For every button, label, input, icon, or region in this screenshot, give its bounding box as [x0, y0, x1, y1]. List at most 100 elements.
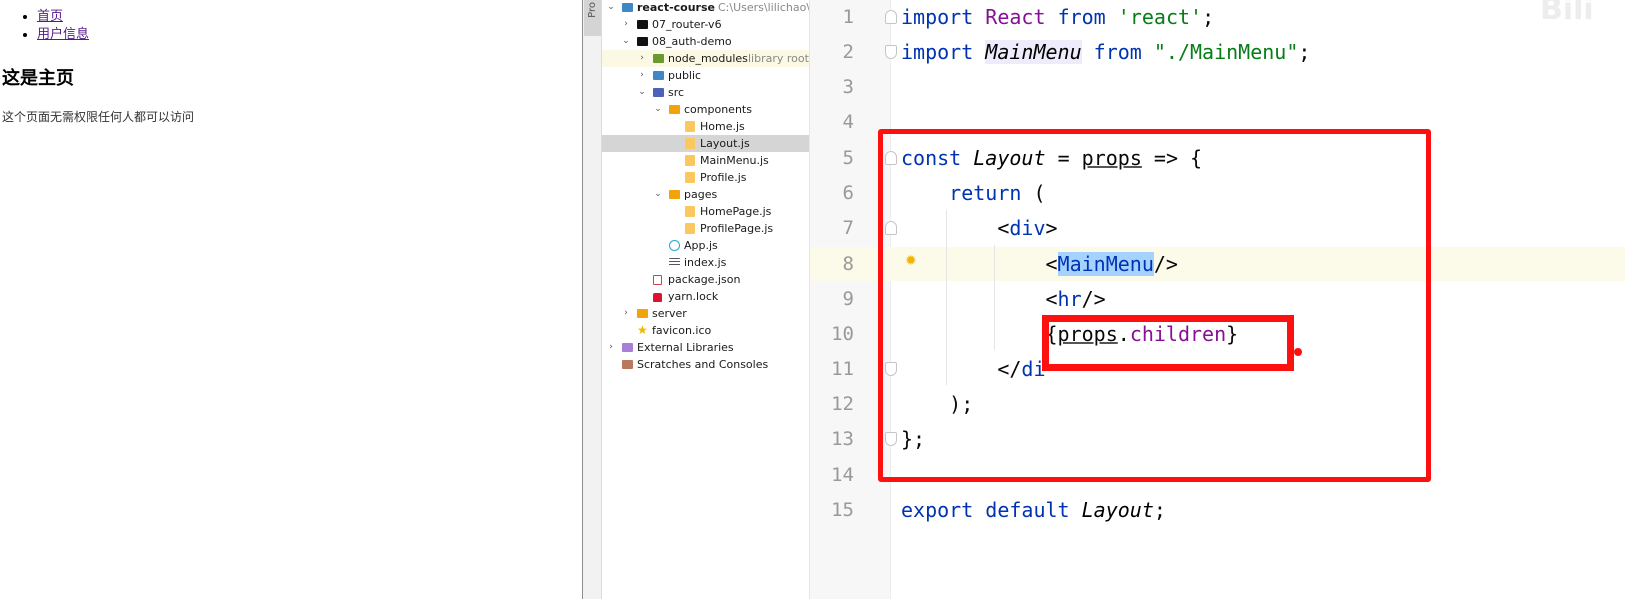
- tree-item[interactable]: › node_modules library root: [602, 50, 809, 67]
- highlight-box: [1042, 315, 1294, 371]
- line-number: 9: [842, 288, 854, 310]
- tool-window-strip: Pro: [582, 0, 602, 599]
- line-number: 12: [831, 393, 854, 415]
- folder-icon: [622, 3, 633, 12]
- react-file-icon: [669, 240, 680, 251]
- tree-item-label: Scratches and Consoles: [637, 358, 769, 371]
- chevron-right-icon[interactable]: ›: [606, 339, 616, 356]
- chevron-right-icon[interactable]: ›: [637, 50, 647, 67]
- json-file-icon: [653, 275, 662, 285]
- tree-item-label: pages: [684, 188, 718, 201]
- tree-item-selected[interactable]: Layout.js: [602, 135, 809, 152]
- chevron-down-icon[interactable]: ⌄: [621, 33, 631, 50]
- chevron-down-icon[interactable]: ⌄: [606, 0, 616, 16]
- token: from: [1093, 40, 1142, 64]
- tree-item[interactable]: HomePage.js: [602, 203, 809, 220]
- tree-item-label: 07_router-v6: [652, 18, 722, 31]
- token: from: [1057, 5, 1106, 29]
- token: export: [901, 498, 974, 522]
- main-menu: 首页 用户信息: [20, 8, 89, 44]
- annotation-dot: [1294, 348, 1302, 356]
- tree-item[interactable]: package.json: [602, 271, 809, 288]
- root-path: C:\Users\lilichao\De: [718, 1, 810, 14]
- tree-item[interactable]: ⌄ 08_auth-demo: [602, 33, 809, 50]
- token: Layout: [1081, 498, 1154, 522]
- chevron-right-icon[interactable]: ›: [637, 67, 647, 84]
- folder-icon: [637, 37, 648, 46]
- tree-item[interactable]: index.js: [602, 254, 809, 271]
- chevron-right-icon[interactable]: ›: [621, 16, 631, 33]
- tree-item[interactable]: App.js: [602, 237, 809, 254]
- token: ;: [1202, 5, 1215, 29]
- line-number: 4: [842, 111, 854, 133]
- line-number: 1: [842, 6, 854, 28]
- tree-item-label: public: [668, 69, 702, 82]
- token: default: [985, 498, 1070, 522]
- tree-item[interactable]: › 07_router-v6: [602, 16, 809, 33]
- menu-item-profile: 用户信息: [37, 26, 89, 44]
- tree-item-label: Profile.js: [700, 171, 747, 184]
- chevron-down-icon[interactable]: ⌄: [637, 84, 647, 101]
- js-file-icon: [685, 206, 695, 217]
- line-number: 6: [842, 182, 854, 204]
- tree-item[interactable]: › server: [602, 305, 809, 322]
- tree-item-label: Home.js: [700, 120, 745, 133]
- tree-item[interactable]: Scratches and Consoles: [602, 356, 809, 373]
- js-file-icon: [685, 223, 695, 234]
- token: MainMenu: [985, 40, 1082, 64]
- code-line-15[interactable]: export default Layout;: [901, 493, 1166, 527]
- tree-item-hint: library root: [748, 52, 809, 65]
- tree-item[interactable]: ⌄ src: [602, 84, 809, 101]
- tree-item[interactable]: Profile.js: [602, 169, 809, 186]
- project-tab-label: Pro: [587, 2, 598, 18]
- chevron-down-icon[interactable]: ⌄: [653, 101, 663, 118]
- fold-marker-icon[interactable]: [885, 45, 897, 59]
- code-line-2[interactable]: import MainMenu from "./MainMenu";: [901, 35, 1310, 69]
- tree-item[interactable]: ⌄ components: [602, 101, 809, 118]
- chevron-right-icon[interactable]: ›: [621, 305, 631, 322]
- tree-item-label: package.json: [668, 273, 741, 286]
- tree-root[interactable]: ⌄ react-course C:\Users\lilichao\De: [602, 0, 810, 16]
- js-file-icon: [685, 172, 695, 183]
- project-tree: ⌄ react-course C:\Users\lilichao\De › 07…: [602, 0, 810, 599]
- folder-icon: [653, 88, 664, 97]
- tree-item[interactable]: ProfilePage.js: [602, 220, 809, 237]
- folder-icon: [653, 71, 664, 80]
- tree-item-label: server: [652, 307, 687, 320]
- tree-item[interactable]: Home.js: [602, 118, 809, 135]
- tree-item-label: 08_auth-demo: [652, 35, 732, 48]
- tree-item[interactable]: › External Libraries: [602, 339, 809, 356]
- folder-icon: [669, 190, 680, 199]
- js-file-icon: [685, 121, 695, 132]
- token: 'react': [1117, 5, 1203, 29]
- profile-link[interactable]: 用户信息: [37, 27, 89, 42]
- tree-item-label: ProfilePage.js: [700, 222, 774, 235]
- line-number: 3: [842, 76, 854, 98]
- chevron-down-icon[interactable]: ⌄: [653, 186, 663, 203]
- tree-item-label: MainMenu.js: [700, 154, 769, 167]
- fold-marker-icon[interactable]: [885, 10, 897, 24]
- star-icon: ★: [637, 323, 648, 337]
- tree-item-label: yarn.lock: [668, 290, 719, 303]
- tree-item[interactable]: › public: [602, 67, 809, 84]
- line-number: 15: [831, 499, 854, 521]
- tree-item[interactable]: ★ favicon.ico: [602, 322, 809, 339]
- folder-icon: [653, 54, 664, 63]
- line-number: 2: [842, 41, 854, 63]
- tree-item[interactable]: yarn.lock: [602, 288, 809, 305]
- home-link[interactable]: 首页: [37, 9, 63, 24]
- folder-icon: [637, 20, 648, 29]
- token: ;: [1298, 40, 1311, 64]
- tree-item-label: favicon.ico: [652, 324, 712, 337]
- page-heading: 这是主页: [2, 68, 74, 89]
- tree-item[interactable]: ⌄ pages: [602, 186, 809, 203]
- tree-item-label: Layout.js: [700, 137, 750, 150]
- tree-item-label: components: [684, 103, 752, 116]
- code-line-1[interactable]: import React from 'react';: [901, 0, 1214, 34]
- line-number: 8: [842, 253, 854, 275]
- token: React: [985, 5, 1046, 29]
- project-tool-tab[interactable]: Pro: [584, 0, 601, 36]
- menu-item-home: 首页: [37, 8, 89, 26]
- tree-item[interactable]: MainMenu.js: [602, 152, 809, 169]
- token: ;: [1153, 498, 1166, 522]
